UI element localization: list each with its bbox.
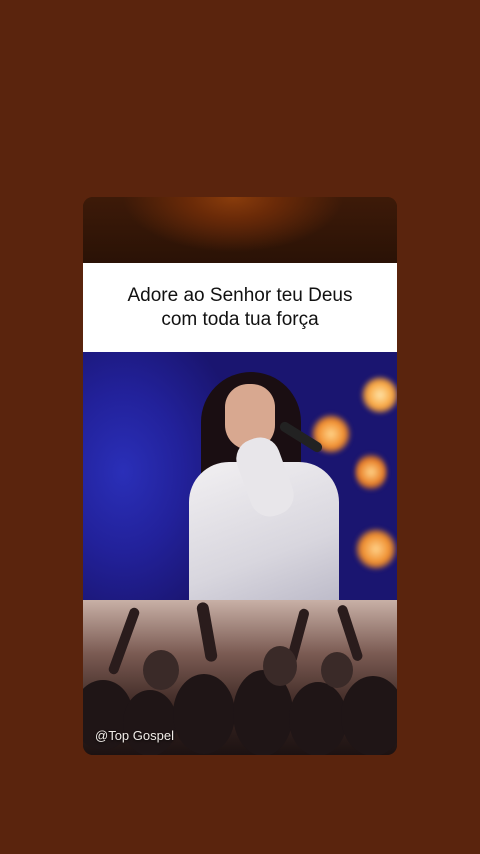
video-card[interactable]: Adore ao Senhor teu Deus com toda tua fo… xyxy=(83,197,397,755)
stage-light xyxy=(361,376,397,414)
singer-image xyxy=(83,352,397,600)
crowd-head xyxy=(341,676,397,755)
caption-box: Adore ao Senhor teu Deus com toda tua fo… xyxy=(83,263,397,352)
top-light-glow xyxy=(83,197,397,263)
crowd-head xyxy=(321,652,353,688)
crowd-head xyxy=(263,646,297,686)
stage-light xyxy=(355,452,387,492)
crowd-head xyxy=(123,690,177,755)
raised-hand xyxy=(107,606,141,676)
watermark-text: @Top Gospel xyxy=(95,728,174,743)
stage-light xyxy=(355,528,397,570)
raised-hand xyxy=(195,601,219,663)
crowd-head xyxy=(289,682,347,755)
crowd-head xyxy=(143,650,179,690)
caption-text: Adore ao Senhor teu Deus com toda tua fo… xyxy=(127,284,353,330)
crowd-image: @Top Gospel xyxy=(83,600,397,755)
crowd-head xyxy=(173,674,235,754)
